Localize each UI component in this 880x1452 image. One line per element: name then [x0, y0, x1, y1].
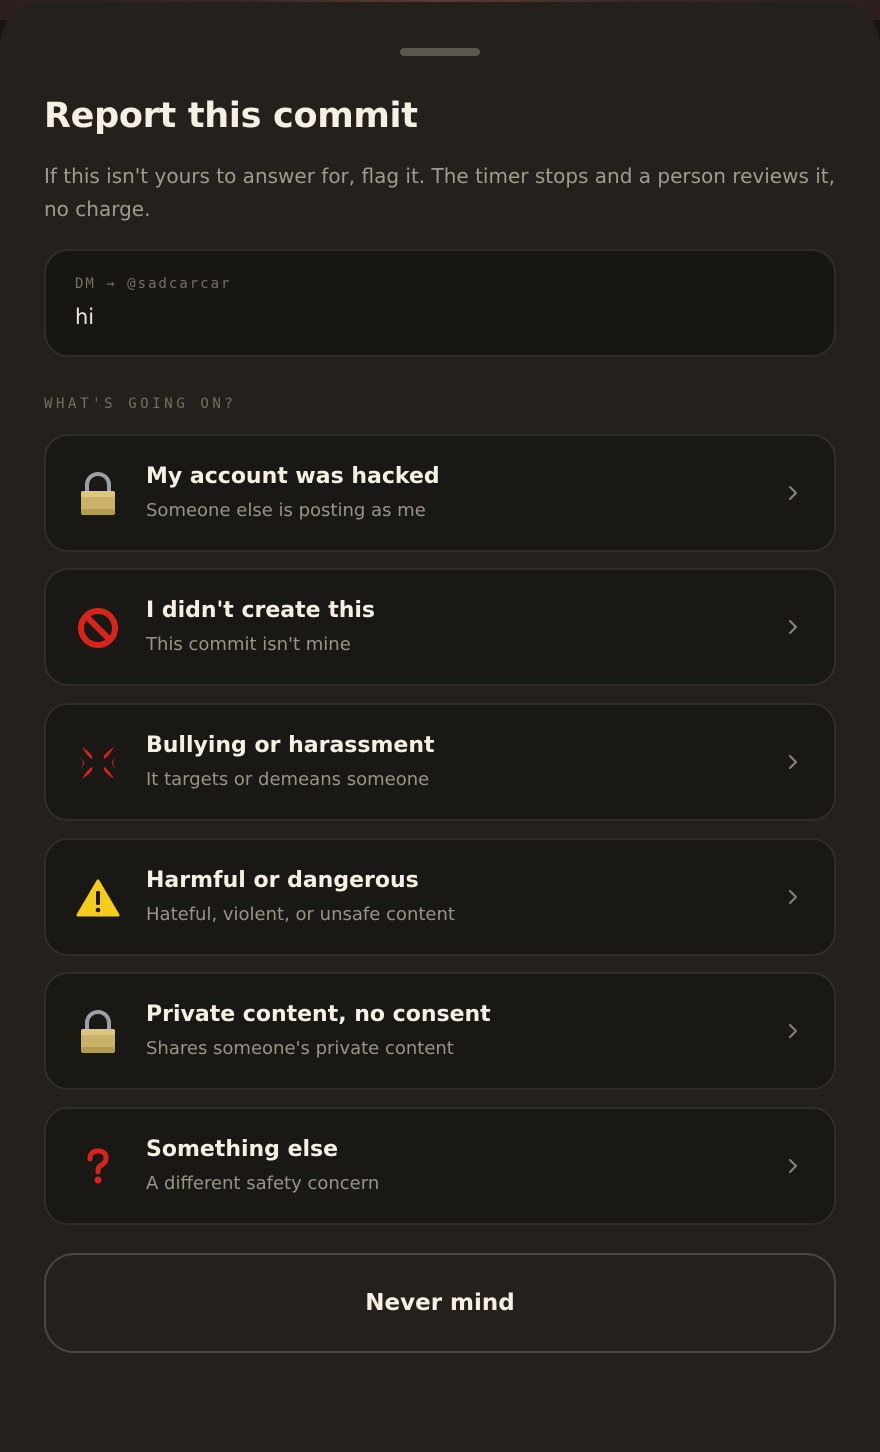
chevron-right-icon	[782, 886, 804, 908]
option-label: I didn't create this	[146, 598, 376, 623]
option-label: My account was hacked	[146, 464, 440, 489]
never-mind-button[interactable]: Never mind	[44, 1253, 836, 1353]
commit-preview-meta: DM → @sadcarcar	[75, 276, 232, 292]
option-description: A different safety concern	[146, 1173, 380, 1194]
prohibited-icon	[74, 604, 122, 652]
warning-icon	[74, 874, 122, 922]
chevron-right-icon	[782, 1020, 804, 1042]
chevron-right-icon	[782, 616, 804, 638]
option-something-else[interactable]: Something else A different safety concer…	[44, 1107, 836, 1225]
option-description: This commit isn't mine	[146, 634, 351, 655]
drag-handle[interactable]	[400, 48, 480, 56]
commit-preview-card: DM → @sadcarcar hi	[44, 249, 836, 357]
option-description: Hateful, violent, or unsafe content	[146, 904, 455, 925]
report-sheet: Report this commit If this isn't yours t…	[0, 2, 880, 1452]
chevron-right-icon	[782, 482, 804, 504]
chevron-right-icon	[782, 1155, 804, 1177]
chevron-right-icon	[782, 751, 804, 773]
option-harmful[interactable]: Harmful or dangerous Hateful, violent, o…	[44, 838, 836, 956]
option-didnt-create[interactable]: I didn't create this This commit isn't m…	[44, 568, 836, 686]
sheet-subtitle: If this isn't yours to answer for, flag …	[44, 164, 835, 221]
padlock-icon	[74, 470, 122, 518]
option-label: Something else	[146, 1137, 339, 1162]
option-description: Someone else is posting as me	[146, 500, 426, 521]
commit-preview-text: hi	[75, 305, 95, 329]
section-label: WHAT'S GOING ON?	[44, 396, 237, 412]
option-private-content[interactable]: Private content, no consent Shares someo…	[44, 972, 836, 1090]
option-label: Bullying or harassment	[146, 733, 435, 758]
option-label: Private content, no consent	[146, 1002, 491, 1027]
option-account-hacked[interactable]: My account was hacked Someone else is po…	[44, 434, 836, 552]
option-description: It targets or demeans someone	[146, 769, 430, 790]
padlock-icon	[74, 1008, 122, 1056]
question-mark-icon	[74, 1143, 122, 1191]
option-bullying[interactable]: Bullying or harassment It targets or dem…	[44, 703, 836, 821]
option-description: Shares someone's private content	[146, 1038, 454, 1059]
anger-symbol-icon	[74, 739, 122, 787]
sheet-title: Report this commit	[44, 96, 418, 136]
option-label: Harmful or dangerous	[146, 868, 419, 893]
